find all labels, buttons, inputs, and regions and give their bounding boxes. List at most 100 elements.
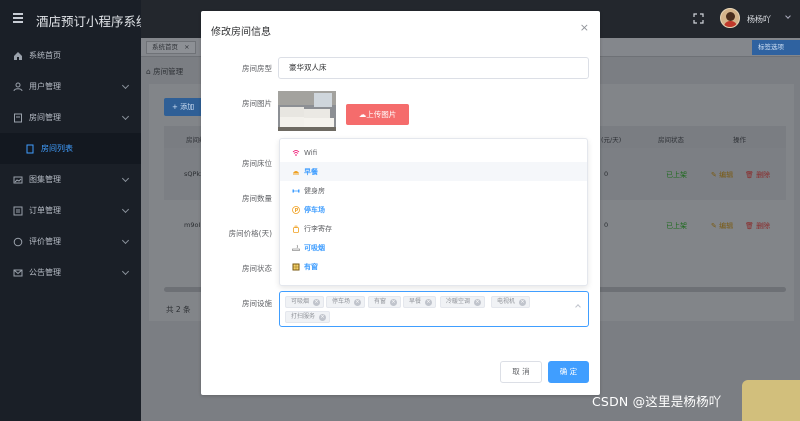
label-room-bed: 房间床位 bbox=[242, 159, 272, 168]
dialog-title: 修改房间信息 bbox=[211, 27, 271, 38]
edit-button[interactable]: ✎ 编辑 bbox=[711, 221, 733, 231]
column-header-price: (元/天) bbox=[601, 136, 622, 144]
sidebar-item-label: 订单管理 bbox=[29, 206, 61, 215]
option-label: 可吸烟 bbox=[304, 243, 325, 252]
breadcrumb: ⌂ 房间管理 bbox=[146, 66, 183, 77]
option-window[interactable]: 有窗 bbox=[280, 257, 587, 276]
delete-label: 删除 bbox=[756, 222, 771, 230]
sidebar-item-label: 公告管理 bbox=[29, 268, 61, 277]
chevron-down-icon[interactable] bbox=[785, 13, 791, 19]
tag-label: 早餐 bbox=[409, 298, 422, 305]
label-room-image: 房间图片 bbox=[242, 99, 272, 108]
parking-icon: P bbox=[292, 205, 300, 214]
fullscreen-icon[interactable] bbox=[693, 13, 704, 24]
option-label: 健身房 bbox=[304, 186, 325, 195]
sidebar-item-users[interactable]: 用户管理 bbox=[0, 71, 141, 102]
label-room-facilities: 房间设施 bbox=[242, 299, 272, 308]
add-button-label: 添加 bbox=[180, 103, 195, 111]
trash-icon: 🗑 bbox=[745, 222, 757, 230]
sidebar-item-orders[interactable]: 订单管理 bbox=[0, 195, 141, 226]
facilities-select[interactable]: 可吸烟 × 停车场 × 有窗 × 早餐 × 冷暖空调 × 电视机 × 打扫服务 × bbox=[279, 291, 589, 327]
edit-icon: ✎ bbox=[711, 222, 720, 230]
sidebar: 酒店预订小程序系统 系统首页 用户管理 房间管理 房间列表 图集管理 订单管理 bbox=[0, 0, 149, 421]
room-type-input[interactable]: 豪华双人床 bbox=[278, 57, 589, 79]
plus-icon: + bbox=[172, 103, 181, 111]
close-icon[interactable]: × bbox=[184, 43, 189, 51]
close-icon[interactable]: × bbox=[319, 313, 327, 321]
sidebar-menu: 系统首页 用户管理 房间管理 房间列表 图集管理 订单管理 评价管理 公告管理 bbox=[0, 40, 141, 288]
user-icon bbox=[13, 82, 23, 92]
label-room-price: 房间价格(天) bbox=[228, 229, 272, 238]
edit-icon: ✎ bbox=[711, 171, 720, 179]
confirm-button[interactable]: 确 定 bbox=[548, 361, 589, 383]
doc-icon bbox=[25, 144, 35, 154]
close-icon[interactable]: × bbox=[425, 298, 433, 306]
window-icon bbox=[292, 263, 300, 271]
edit-button[interactable]: ✎ 编辑 bbox=[711, 170, 733, 180]
menu-toggle-icon[interactable] bbox=[13, 13, 23, 23]
home-icon bbox=[13, 51, 23, 61]
option-wifi[interactable]: Wifi bbox=[280, 143, 587, 162]
option-smoking[interactable]: 可吸烟 bbox=[280, 238, 587, 257]
breakfast-icon bbox=[292, 168, 300, 176]
chevron-down-icon bbox=[121, 112, 130, 121]
facility-tag: 有窗 × bbox=[368, 296, 402, 308]
wifi-icon bbox=[292, 149, 300, 157]
tab-home[interactable]: 系统首页 × bbox=[146, 41, 196, 54]
upload-label: 上传图片 bbox=[366, 110, 397, 119]
option-gym[interactable]: 健身房 bbox=[280, 181, 587, 200]
close-icon[interactable]: × bbox=[390, 298, 398, 306]
svg-text:P: P bbox=[295, 208, 299, 214]
comment-icon bbox=[13, 237, 23, 247]
order-icon bbox=[13, 206, 23, 216]
option-label: Wifi bbox=[304, 148, 318, 157]
image-icon bbox=[13, 175, 23, 185]
user-name[interactable]: 杨杨吖 bbox=[747, 14, 771, 25]
tag-label: 可吸烟 bbox=[291, 298, 310, 305]
tag-label: 冷暖空调 bbox=[446, 298, 471, 305]
sidebar-item-label: 房间列表 bbox=[41, 144, 73, 153]
close-icon[interactable]: × bbox=[354, 298, 362, 306]
dumbbell-icon bbox=[292, 187, 300, 195]
sidebar-item-reviews[interactable]: 评价管理 bbox=[0, 226, 141, 257]
facility-tag: 打扫服务 × bbox=[285, 311, 331, 323]
delete-button[interactable]: 🗑 删除 bbox=[745, 221, 770, 231]
logo-bar: 酒店预订小程序系统 bbox=[0, 0, 149, 38]
room-image-thumbnail[interactable] bbox=[278, 91, 336, 131]
breadcrumb-text: 房间管理 bbox=[153, 67, 184, 76]
chevron-down-icon bbox=[121, 81, 130, 90]
cancel-button[interactable]: 取 消 bbox=[500, 361, 542, 383]
add-button[interactable]: + 添加 bbox=[164, 98, 204, 116]
edit-label: 编辑 bbox=[719, 171, 734, 179]
option-breakfast[interactable]: 早餐 bbox=[280, 162, 587, 181]
trash-icon: 🗑 bbox=[745, 171, 757, 179]
sidebar-item-notices[interactable]: 公告管理 bbox=[0, 257, 141, 288]
option-label: 早餐 bbox=[304, 167, 318, 176]
sidebar-item-rooms[interactable]: 房间管理 bbox=[0, 102, 141, 133]
close-icon[interactable]: × bbox=[474, 298, 482, 306]
delete-button[interactable]: 🗑 删除 bbox=[745, 170, 770, 180]
tab-options-button[interactable]: 标签选项 bbox=[752, 40, 800, 55]
cell-price: 0 bbox=[604, 170, 609, 178]
option-label: 有窗 bbox=[304, 262, 318, 271]
column-header-actions: 操作 bbox=[733, 136, 746, 144]
sidebar-item-label: 用户管理 bbox=[29, 82, 61, 91]
option-luggage[interactable]: 行李寄存 bbox=[280, 219, 587, 238]
label-room-type: 房间房型 bbox=[242, 64, 272, 73]
corner-badge bbox=[742, 380, 800, 421]
sidebar-item-home[interactable]: 系统首页 bbox=[0, 40, 141, 71]
edit-label: 编辑 bbox=[719, 222, 734, 230]
sidebar-item-room-list[interactable]: 房间列表 bbox=[0, 133, 141, 164]
option-parking[interactable]: P 停车场 bbox=[280, 200, 587, 219]
app-title: 酒店预订小程序系统 bbox=[36, 14, 149, 29]
upload-image-button[interactable]: ☁上传图片 bbox=[346, 104, 409, 125]
chevron-down-icon bbox=[121, 236, 130, 245]
close-icon[interactable]: × bbox=[580, 21, 589, 34]
close-icon[interactable]: × bbox=[519, 298, 527, 306]
avatar[interactable] bbox=[720, 8, 740, 28]
close-icon[interactable]: × bbox=[313, 298, 321, 306]
sidebar-item-gallery[interactable]: 图集管理 bbox=[0, 164, 141, 195]
status-badge: 已上架 bbox=[666, 222, 687, 230]
sidebar-item-label: 图集管理 bbox=[29, 175, 61, 184]
tag-label: 有窗 bbox=[374, 298, 387, 305]
